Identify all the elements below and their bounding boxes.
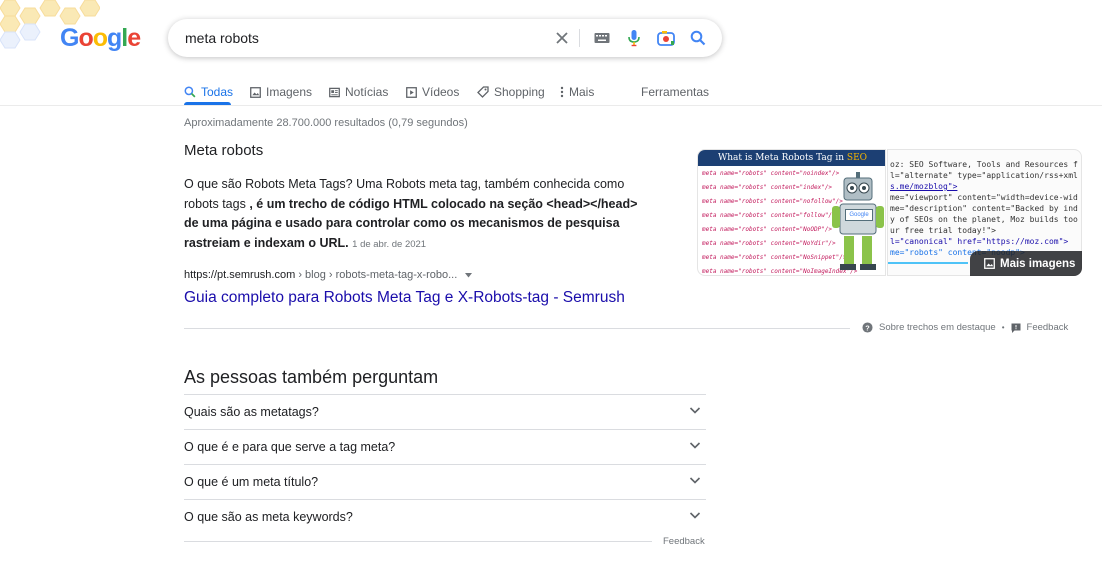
paa-question[interactable]: Quais são as metatags? <box>184 394 706 429</box>
tab-ferramentas[interactable]: Ferramentas <box>641 80 709 104</box>
header-logo-area: Google <box>0 0 141 70</box>
code-line: oz: SEO Software, Tools and Resources f <box>890 160 1078 169</box>
tab-shopping[interactable]: Shopping <box>477 80 545 104</box>
result-cite[interactable]: https://pt.semrush.com › blog › robots-m… <box>184 269 473 281</box>
chevron-down-icon <box>689 407 701 414</box>
result-stats: Aproximadamente 28.700.000 resultados (0… <box>184 117 468 129</box>
tab-label: Shopping <box>494 85 545 99</box>
clear-icon[interactable] <box>552 28 572 48</box>
code-line: me="viewport" content="width=device-wid <box>890 193 1078 202</box>
tab-label: Vídeos <box>422 85 460 99</box>
paa-question[interactable]: O que é e para que serve a tag meta? <box>184 429 706 464</box>
searchbox-divider <box>579 29 580 47</box>
search-icon[interactable] <box>688 28 708 48</box>
feedback-icon <box>1011 323 1021 333</box>
image-heading: What is Meta Robots Tag in SEO <box>698 150 885 166</box>
svg-text:?: ? <box>865 323 870 332</box>
code-line: ur free trial today!"> <box>890 226 996 235</box>
image-icon <box>984 258 995 269</box>
featured-footer: ? Sobre trechos em destaque • Feedback <box>862 322 1068 333</box>
more-images-button[interactable]: Mais imagens <box>970 251 1082 276</box>
paa-question-text: Quais são as metatags? <box>184 405 319 419</box>
tab-mais[interactable]: Mais <box>560 80 594 104</box>
code-line: meta name="robots" content="nofollow"/> <box>702 198 843 205</box>
microphone-icon[interactable] <box>624 28 644 48</box>
image-heading-text: What is Meta Robots Tag in <box>717 153 847 163</box>
highlight-bar <box>888 262 968 264</box>
tab-noticias[interactable]: Notícias <box>329 80 388 104</box>
code-line: meta name="robots" content="NoYdir"/> <box>702 240 836 247</box>
search-input[interactable]: meta robots <box>185 30 259 46</box>
code-line: meta name="robots" content="NoSnippet"/> <box>702 254 847 261</box>
snippet-image-1[interactable]: What is Meta Robots Tag in SEO meta name… <box>697 149 886 276</box>
code-line: meta name="robots" content="index"/> <box>702 184 833 191</box>
feedback-link[interactable]: Feedback <box>1027 322 1069 333</box>
featured-snippet-title: Meta robots <box>184 142 264 159</box>
code-line: l="canonical" href="https://moz.com"> <box>890 237 1069 246</box>
tab-label: Notícias <box>345 85 389 99</box>
paa-question[interactable]: O que é um meta título? <box>184 464 706 499</box>
chevron-down-icon <box>689 442 701 449</box>
code-line: y of SEOs on the planet, Moz builds too <box>890 215 1078 224</box>
paa-question[interactable]: O que são as meta keywords? <box>184 499 706 534</box>
tag-icon <box>477 86 489 98</box>
search-icon <box>184 86 196 98</box>
code-line: meta name="robots" content="NoODP"/> <box>702 226 833 233</box>
help-icon: ? <box>862 322 873 333</box>
cite-path: › blog › robots-meta-tag-x-robo... <box>295 269 458 281</box>
news-icon <box>329 87 340 97</box>
search-box[interactable]: meta robots <box>168 19 722 57</box>
code-line: l="alternate" type="application/rss+xml <box>890 171 1078 180</box>
image-icon <box>250 86 261 98</box>
header-divider <box>0 105 1102 106</box>
camera-lens-icon[interactable] <box>656 28 676 48</box>
video-icon <box>406 86 417 98</box>
bullet-separator: • <box>1001 323 1005 332</box>
google-badge: Google <box>845 209 873 221</box>
tab-label: Mais <box>569 85 595 99</box>
paa-feedback-link[interactable]: Feedback <box>663 536 705 547</box>
code-line: me="description" content="Backed by ind <box>890 204 1078 213</box>
chevron-down-icon <box>689 512 701 519</box>
tab-todas[interactable]: Todas <box>184 80 233 104</box>
image-heading-seo: SEO <box>846 153 868 163</box>
paa-question-text: O que é e para que serve a tag meta? <box>184 440 396 454</box>
paa-title: As pessoas também perguntam <box>184 367 439 387</box>
paa-question-text: O que são as meta keywords? <box>184 510 353 524</box>
code-line: s.me/mozblog"> <box>890 182 958 191</box>
paa-question-text: O que é um meta título? <box>184 475 319 489</box>
snippet-date: 1 de abr. de 2021 <box>352 238 427 250</box>
tab-imagens[interactable]: Imagens <box>250 80 312 104</box>
code-line: meta name="robots" content="noindex"/> <box>702 170 840 177</box>
more-vert-icon <box>560 86 564 98</box>
tab-label: Imagens <box>266 85 313 99</box>
google-logo[interactable]: Google <box>60 24 141 53</box>
more-images-label: Mais imagens <box>1000 257 1076 270</box>
robot-illustration <box>832 172 884 270</box>
tab-label: Todas <box>201 85 234 99</box>
chevron-down-icon <box>689 477 701 484</box>
cite-domain: https://pt.semrush.com <box>184 269 296 281</box>
featured-snippet-text: O que são Robots Meta Tags? Uma Robots m… <box>184 175 654 254</box>
featured-divider <box>184 328 850 329</box>
result-title-link[interactable]: Guia completo para Robots Meta Tag e X-R… <box>184 289 625 307</box>
keyboard-icon[interactable] <box>592 28 612 48</box>
tab-videos[interactable]: Vídeos <box>406 80 459 104</box>
code-line: meta name="robots" content="follow"/> <box>702 212 836 219</box>
paa-divider <box>184 541 652 542</box>
about-snippets-link[interactable]: Sobre trechos em destaque <box>879 322 996 333</box>
tab-label: Ferramentas <box>641 85 710 99</box>
caret-down-icon[interactable] <box>465 269 473 281</box>
